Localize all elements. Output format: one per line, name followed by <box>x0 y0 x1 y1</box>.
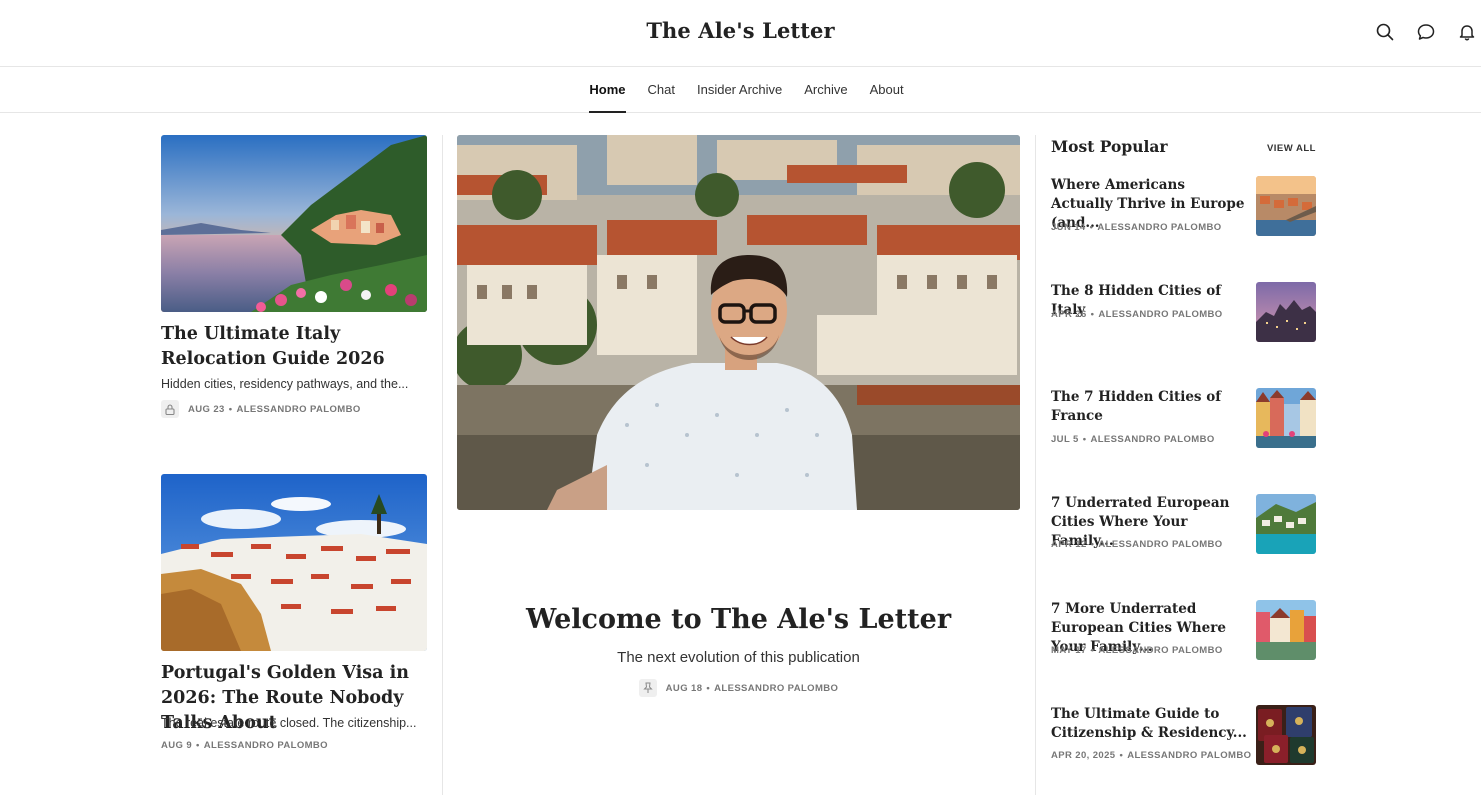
post-image-portugal-cliff[interactable] <box>161 474 427 651</box>
popular-item-thumbnail[interactable] <box>1256 282 1316 342</box>
popular-item-thumbnail[interactable] <box>1256 705 1316 765</box>
popular-item-thumbnail[interactable] <box>1256 388 1316 448</box>
nav-tab-archive[interactable]: Archive <box>804 67 847 113</box>
meta-separator: • <box>1119 750 1124 761</box>
column-divider <box>442 135 443 795</box>
featured-meta: AUG 18 • ALESSANDRO PALOMBO <box>457 679 1020 697</box>
nav-tab-home[interactable]: Home <box>589 67 626 113</box>
popular-item-date: JUL 5 <box>1051 434 1079 445</box>
column-divider <box>1035 135 1036 795</box>
post-author[interactable]: ALESSANDRO PALOMBO <box>204 740 328 751</box>
popular-item-author[interactable]: ALESSANDRO PALOMBO <box>1127 750 1251 761</box>
popular-item-date: APR 26 <box>1051 309 1087 320</box>
popular-item-author[interactable]: ALESSANDRO PALOMBO <box>1098 645 1222 656</box>
meta-separator: • <box>228 403 233 415</box>
chat-bubble-icon[interactable] <box>1415 21 1437 43</box>
nav-tab-insider-archive[interactable]: Insider Archive <box>697 67 782 113</box>
popular-item-author[interactable]: ALESSANDRO PALOMBO <box>1090 434 1214 445</box>
popular-item-thumbnail[interactable] <box>1256 600 1316 660</box>
search-icon[interactable] <box>1374 21 1396 43</box>
post-date: AUG 9 <box>161 740 193 751</box>
view-all-link[interactable]: VIEW ALL <box>1260 143 1316 154</box>
top-header: The Ale's Letter <box>0 0 1481 67</box>
pin-icon <box>638 679 657 697</box>
popular-item-thumbnail[interactable] <box>1256 176 1316 236</box>
post-date: AUG 23 <box>188 403 225 415</box>
popular-item-meta: APR 20, 2025 • ALESSANDRO PALOMBO <box>1051 750 1251 761</box>
post-meta: AUG 9 • ALESSANDRO PALOMBO <box>161 740 328 751</box>
meta-separator: • <box>706 682 711 694</box>
popular-item-meta: APR 26 • ALESSANDRO PALOMBO <box>1051 309 1223 320</box>
nav-tab-chat[interactable]: Chat <box>648 67 675 113</box>
featured-author[interactable]: ALESSANDRO PALOMBO <box>714 683 838 694</box>
post-author[interactable]: ALESSANDRO PALOMBO <box>236 404 360 415</box>
popular-item-date: APR 20, 2025 <box>1051 750 1116 761</box>
meta-separator: • <box>1090 539 1095 550</box>
most-popular-heading: Most Popular <box>1051 137 1168 156</box>
nav-tab-about[interactable]: About <box>870 67 904 113</box>
featured-image-author-portrait[interactable] <box>457 135 1020 510</box>
popular-item-date: MAY 17 <box>1051 645 1087 656</box>
popular-item-author[interactable]: ALESSANDRO PALOMBO <box>1097 222 1221 233</box>
featured-subtitle: The next evolution of this publication <box>617 649 860 666</box>
featured-date: AUG 18 <box>665 682 703 694</box>
popular-item-title[interactable]: The 7 Hidden Cities of France <box>1051 388 1249 426</box>
popular-item-date: JUN 14 <box>1051 222 1086 233</box>
popular-item-meta: MAY 17 • ALESSANDRO PALOMBO <box>1051 645 1223 656</box>
popular-item-meta: JUN 14 • ALESSANDRO PALOMBO <box>1051 222 1222 233</box>
meta-separator: • <box>1082 434 1087 445</box>
meta-separator: • <box>1090 309 1095 320</box>
site-title[interactable]: The Ale's Letter <box>0 18 1481 43</box>
meta-separator: • <box>1090 645 1095 656</box>
popular-item-date: APR 12 <box>1051 539 1087 550</box>
popular-item-meta: JUL 5 • ALESSANDRO PALOMBO <box>1051 434 1215 445</box>
post-meta: AUG 23 • ALESSANDRO PALOMBO <box>161 400 361 418</box>
post-subtitle: Hidden cities, residency pathways, and t… <box>161 377 409 391</box>
meta-separator: • <box>196 740 200 751</box>
post-image-italy-lake[interactable] <box>161 135 427 312</box>
post-subtitle: The real estate route closed. The citize… <box>161 716 417 730</box>
lock-icon <box>161 400 179 418</box>
meta-separator: • <box>1089 222 1094 233</box>
popular-item-title[interactable]: The Ultimate Guide to Citizenship & Resi… <box>1051 705 1249 743</box>
popular-item-author[interactable]: ALESSANDRO PALOMBO <box>1098 539 1222 550</box>
bell-icon[interactable] <box>1456 21 1478 43</box>
nav-bar: Home Chat Insider Archive Archive About <box>0 67 1481 113</box>
popular-item-meta: APR 12 • ALESSANDRO PALOMBO <box>1051 539 1223 550</box>
post-title[interactable]: The Ultimate Italy Relocation Guide 2026 <box>161 322 427 372</box>
popular-item-author[interactable]: ALESSANDRO PALOMBO <box>1098 309 1222 320</box>
popular-item-thumbnail[interactable] <box>1256 494 1316 554</box>
featured-title[interactable]: Welcome to The Ale's Letter <box>457 604 1020 635</box>
